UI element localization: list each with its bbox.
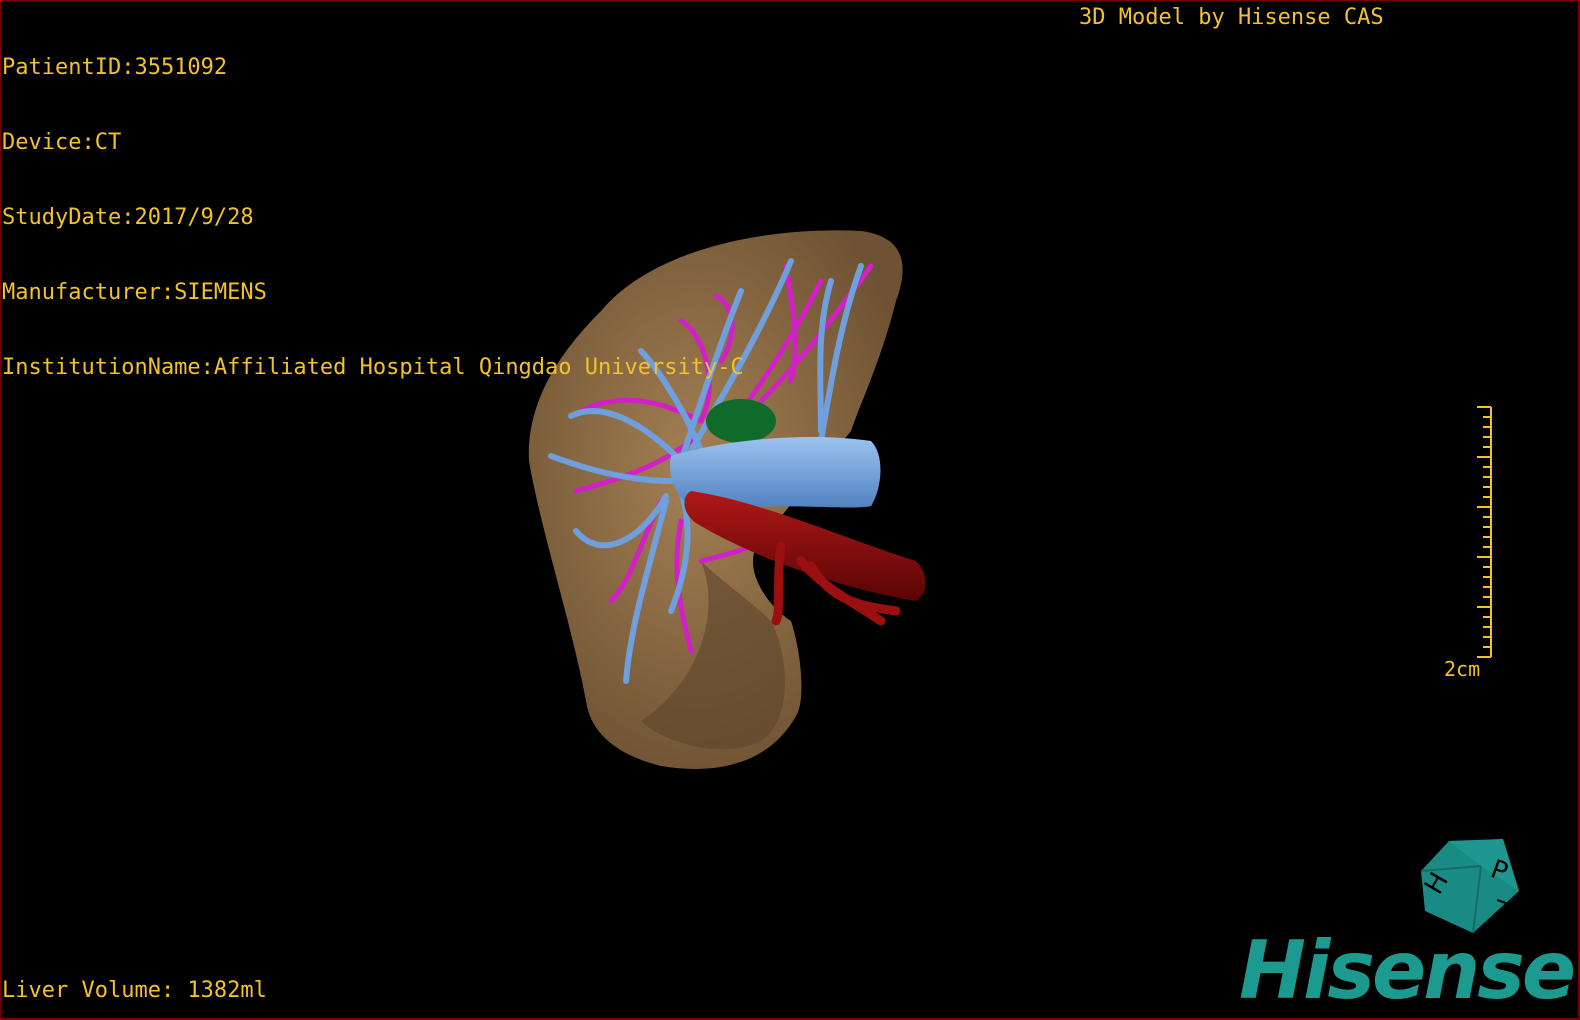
hisense-logo: Hisense bbox=[1239, 924, 1576, 1017]
patient-id: PatientID:3551092 bbox=[2, 55, 228, 80]
3d-viewport[interactable]: PatientID:3551092 Device:CT StudyDate:20… bbox=[0, 0, 1580, 1020]
dicom-info-overlay: PatientID:3551092 Device:CT StudyDate:20… bbox=[2, 5, 744, 430]
device: Device:CT bbox=[2, 130, 122, 155]
scale-ruler bbox=[1477, 406, 1492, 658]
scale-label: 2cm bbox=[1444, 657, 1481, 681]
liver-volume: Liver Volume: 1382ml bbox=[2, 978, 267, 1003]
brand-title: 3D Model by Hisense CAS bbox=[1079, 5, 1384, 30]
manufacturer: Manufacturer:SIEMENS bbox=[2, 280, 267, 305]
study-date: StudyDate:2017/9/28 bbox=[2, 205, 254, 230]
institution-name: InstitutionName:Affiliated Hospital Qing… bbox=[2, 355, 744, 380]
